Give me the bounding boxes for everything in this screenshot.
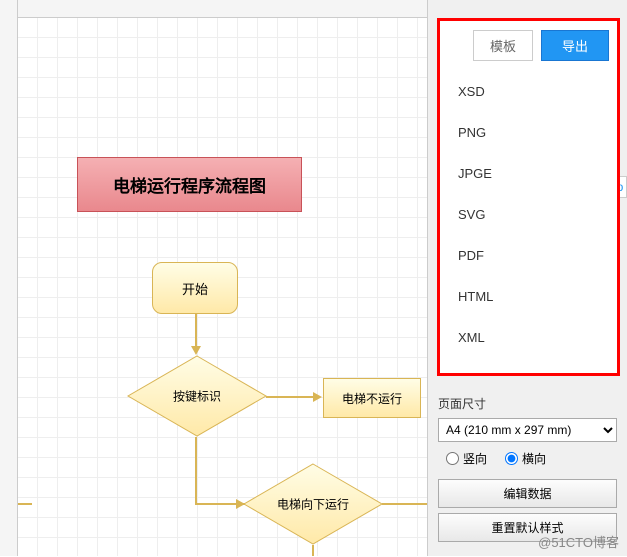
template-button[interactable]: 模板 (473, 30, 533, 61)
connector (312, 545, 314, 556)
connector (195, 437, 197, 504)
connector (266, 396, 314, 398)
shape-process-norun[interactable]: 电梯不运行 (323, 378, 421, 418)
shape-down-label: 电梯向下运行 (277, 496, 349, 513)
flowchart-title-box[interactable]: 电梯运行程序流程图 (77, 157, 302, 212)
arrow-head-icon (313, 392, 322, 402)
connector (18, 503, 32, 505)
connector (195, 314, 197, 347)
export-menu: XSD PNG JPGE SVG PDF HTML XML (440, 21, 617, 358)
export-item-xsd[interactable]: XSD (440, 71, 617, 112)
watermark: @51CTO博客 (538, 532, 619, 551)
export-item-png[interactable]: PNG (440, 112, 617, 153)
shape-decision-keypress[interactable]: 按键标识 (127, 355, 267, 437)
edit-data-button[interactable]: 编辑数据 (438, 479, 617, 508)
orientation-portrait-label[interactable]: 竖向 (446, 450, 487, 467)
shape-norun-label: 电梯不运行 (342, 390, 402, 407)
shape-start-label: 开始 (182, 279, 208, 298)
export-item-pdf[interactable]: PDF (440, 235, 617, 276)
arrow-head-icon (191, 346, 201, 355)
export-item-xml[interactable]: XML (440, 317, 617, 358)
shape-keypress-label: 按键标识 (173, 388, 221, 405)
export-item-jpge[interactable]: JPGE (440, 153, 617, 194)
ruler-horizontal (0, 0, 500, 18)
ruler-vertical (0, 0, 18, 556)
orientation-radios: 竖向 横向 (438, 450, 617, 467)
flowchart-title-text: 电梯运行程序流程图 (113, 172, 266, 197)
shape-start[interactable]: 开始 (152, 262, 238, 314)
export-item-svg[interactable]: SVG (440, 194, 617, 235)
orientation-landscape-radio[interactable] (505, 452, 518, 465)
canvas-area[interactable]: 电梯运行程序流程图 开始 按键标识 电梯不运行 (0, 0, 500, 556)
shape-decision-down[interactable]: 电梯向下运行 (243, 463, 383, 545)
export-button[interactable]: 导出 (541, 30, 609, 61)
page-size-select[interactable]: A4 (210 mm x 297 mm) (438, 418, 617, 442)
orientation-landscape-label[interactable]: 横向 (505, 450, 546, 467)
export-item-html[interactable]: HTML (440, 276, 617, 317)
orientation-portrait-radio[interactable] (446, 452, 459, 465)
export-dropdown-highlighted: 模板 导出 XSD PNG JPGE SVG PDF HTML XML (437, 18, 620, 376)
page-size-label: 页面尺寸 (438, 395, 617, 412)
